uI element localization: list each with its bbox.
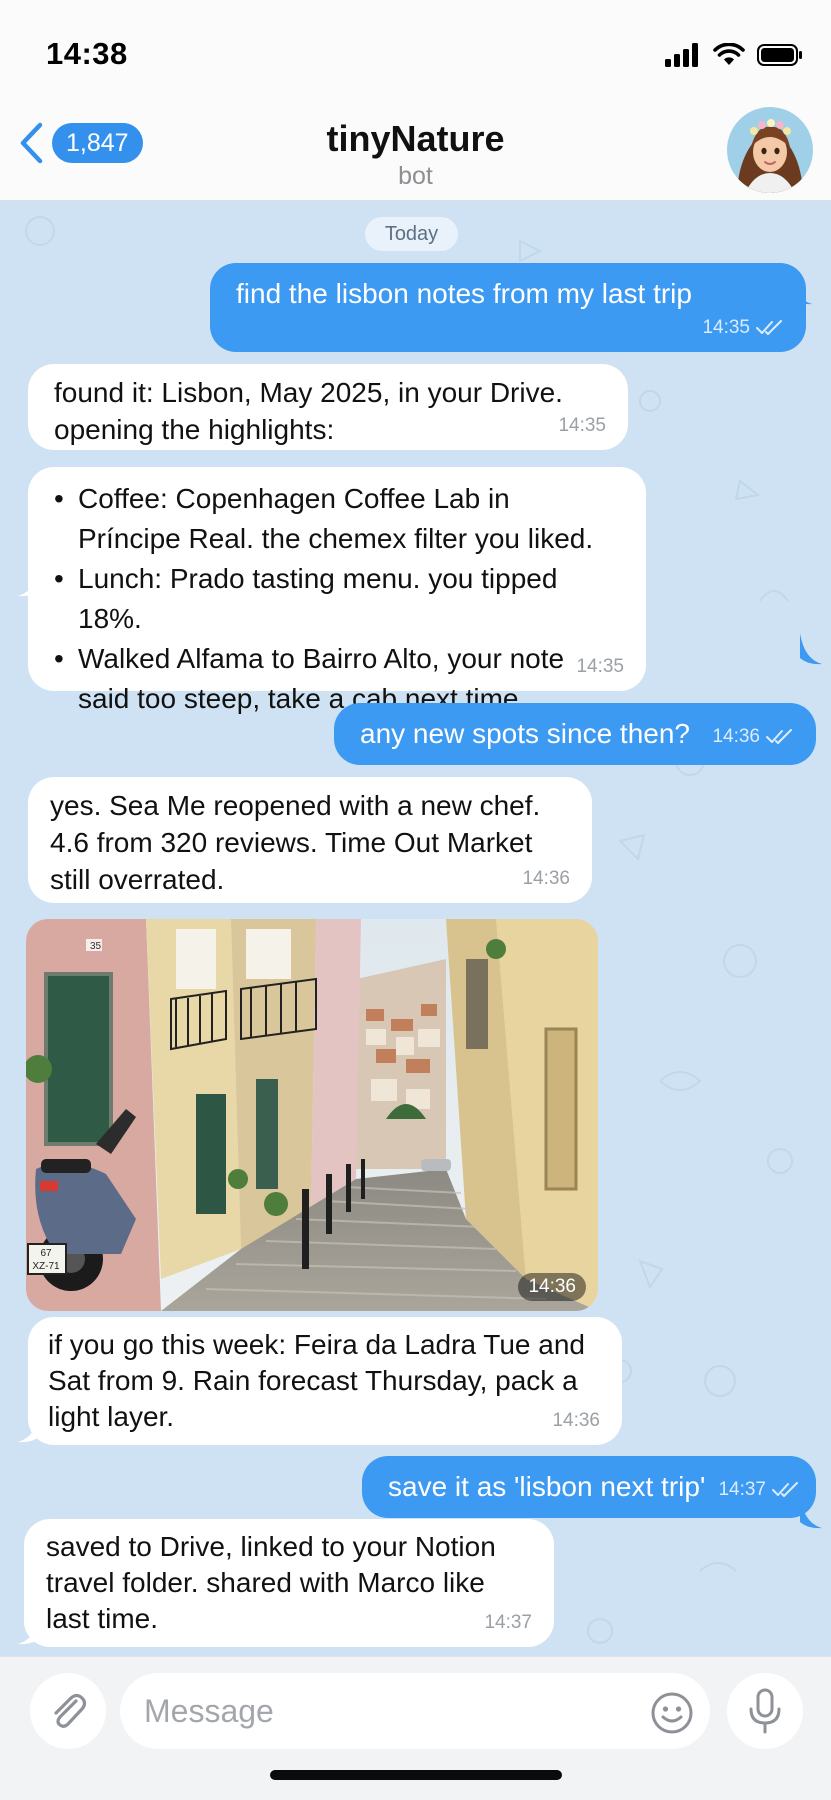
- list-item: Coffee: Copenhagen Coffee Lab in Príncip…: [54, 479, 620, 559]
- message-line: saved to Drive, linked to your Notion: [46, 1531, 496, 1562]
- message-line: Sat from 9. Rain forecast Thursday, pack…: [48, 1365, 578, 1396]
- chat-subtitle: bot: [398, 162, 433, 190]
- message-bubble-outgoing[interactable]: find the lisbon notes from my last trip …: [210, 263, 806, 352]
- photo-time: 14:36: [518, 1273, 586, 1301]
- photo-illustration: 67 XZ-71 35: [26, 919, 598, 1311]
- message-line: still overrated.: [50, 864, 225, 895]
- cellular-signal-icon: [665, 43, 698, 67]
- message-line: yes. Sea Me reopened with a new chef.: [50, 790, 541, 821]
- home-indicator[interactable]: [270, 1770, 562, 1780]
- date-chip: Today: [365, 217, 458, 251]
- bubble-tail: [800, 633, 822, 665]
- status-time: 14:38: [46, 36, 128, 71]
- message-time: 14:35: [702, 317, 750, 338]
- bullet-list: Coffee: Copenhagen Coffee Lab in Príncip…: [54, 479, 620, 719]
- message-line: 4.6 from 320 reviews. Time Out Market: [50, 827, 533, 858]
- read-checkmarks-icon: [756, 319, 782, 335]
- message-list[interactable]: Today find the lisbon notes from my last…: [0, 201, 831, 1656]
- lisbon-street-photo[interactable]: 67 XZ-71 35 14:36: [26, 919, 598, 1311]
- license-plate-top: 67: [40, 1248, 52, 1259]
- message-time: 14:35: [558, 415, 606, 436]
- message-bubble-incoming[interactable]: yes. Sea Me reopened with a new chef. 4.…: [28, 777, 592, 903]
- license-plate-bottom: XZ-71: [32, 1261, 60, 1272]
- chat-title[interactable]: tinyNature: [0, 118, 831, 160]
- chat-header: 1,847 tinyNature bot: [0, 100, 831, 201]
- status-bar: 14:38: [0, 0, 831, 100]
- microphone-icon: [749, 1688, 781, 1734]
- smiley-icon: [651, 1692, 693, 1734]
- message-time: 14:37: [718, 1479, 766, 1500]
- message-bubble-incoming[interactable]: found it: Lisbon, May 2025, in your Driv…: [28, 364, 628, 450]
- message-bubble-outgoing[interactable]: any new spots since then? 14:36: [334, 703, 816, 765]
- list-item: Lunch: Prado tasting menu. you tipped 18…: [54, 559, 620, 639]
- read-checkmarks-icon: [766, 728, 792, 744]
- read-checkmarks-icon: [772, 1481, 798, 1497]
- message-time: 14:36: [552, 1410, 600, 1431]
- message-line: last time.: [46, 1603, 159, 1634]
- message-line: found it: Lisbon, May 2025, in your Driv…: [54, 377, 563, 408]
- message-text: find the lisbon notes from my last trip: [236, 278, 692, 309]
- battery-icon: [757, 44, 802, 66]
- paperclip-icon: [54, 1693, 87, 1728]
- message-bubble-outgoing[interactable]: save it as 'lisbon next trip' 14:37: [362, 1456, 816, 1518]
- message-line: light layer.: [48, 1401, 175, 1432]
- emoji-button[interactable]: [650, 1691, 694, 1740]
- message-time: 14:37: [484, 1612, 532, 1633]
- message-line: travel folder. shared with Marco like: [46, 1567, 485, 1598]
- message-bubble-incoming[interactable]: Coffee: Copenhagen Coffee Lab in Príncip…: [28, 467, 646, 714]
- message-time: 14:36: [712, 726, 760, 747]
- message-time: 14:35: [576, 656, 624, 677]
- message-time: 14:36: [522, 868, 570, 889]
- message-bubble-incoming[interactable]: saved to Drive, linked to your Notion tr…: [24, 1519, 554, 1647]
- avatar[interactable]: [727, 107, 813, 193]
- voice-record-button[interactable]: [727, 1673, 803, 1749]
- message-input[interactable]: [120, 1673, 710, 1749]
- status-icons: [665, 40, 803, 70]
- message-line: opening the highlights:: [54, 414, 335, 445]
- message-line: if you go this week: Feira da Ladra Tue …: [48, 1329, 585, 1360]
- attach-button[interactable]: [30, 1673, 106, 1749]
- door-number: 35: [90, 941, 102, 952]
- wifi-icon: [713, 43, 745, 65]
- message-bubble-incoming[interactable]: if you go this week: Feira da Ladra Tue …: [28, 1317, 622, 1445]
